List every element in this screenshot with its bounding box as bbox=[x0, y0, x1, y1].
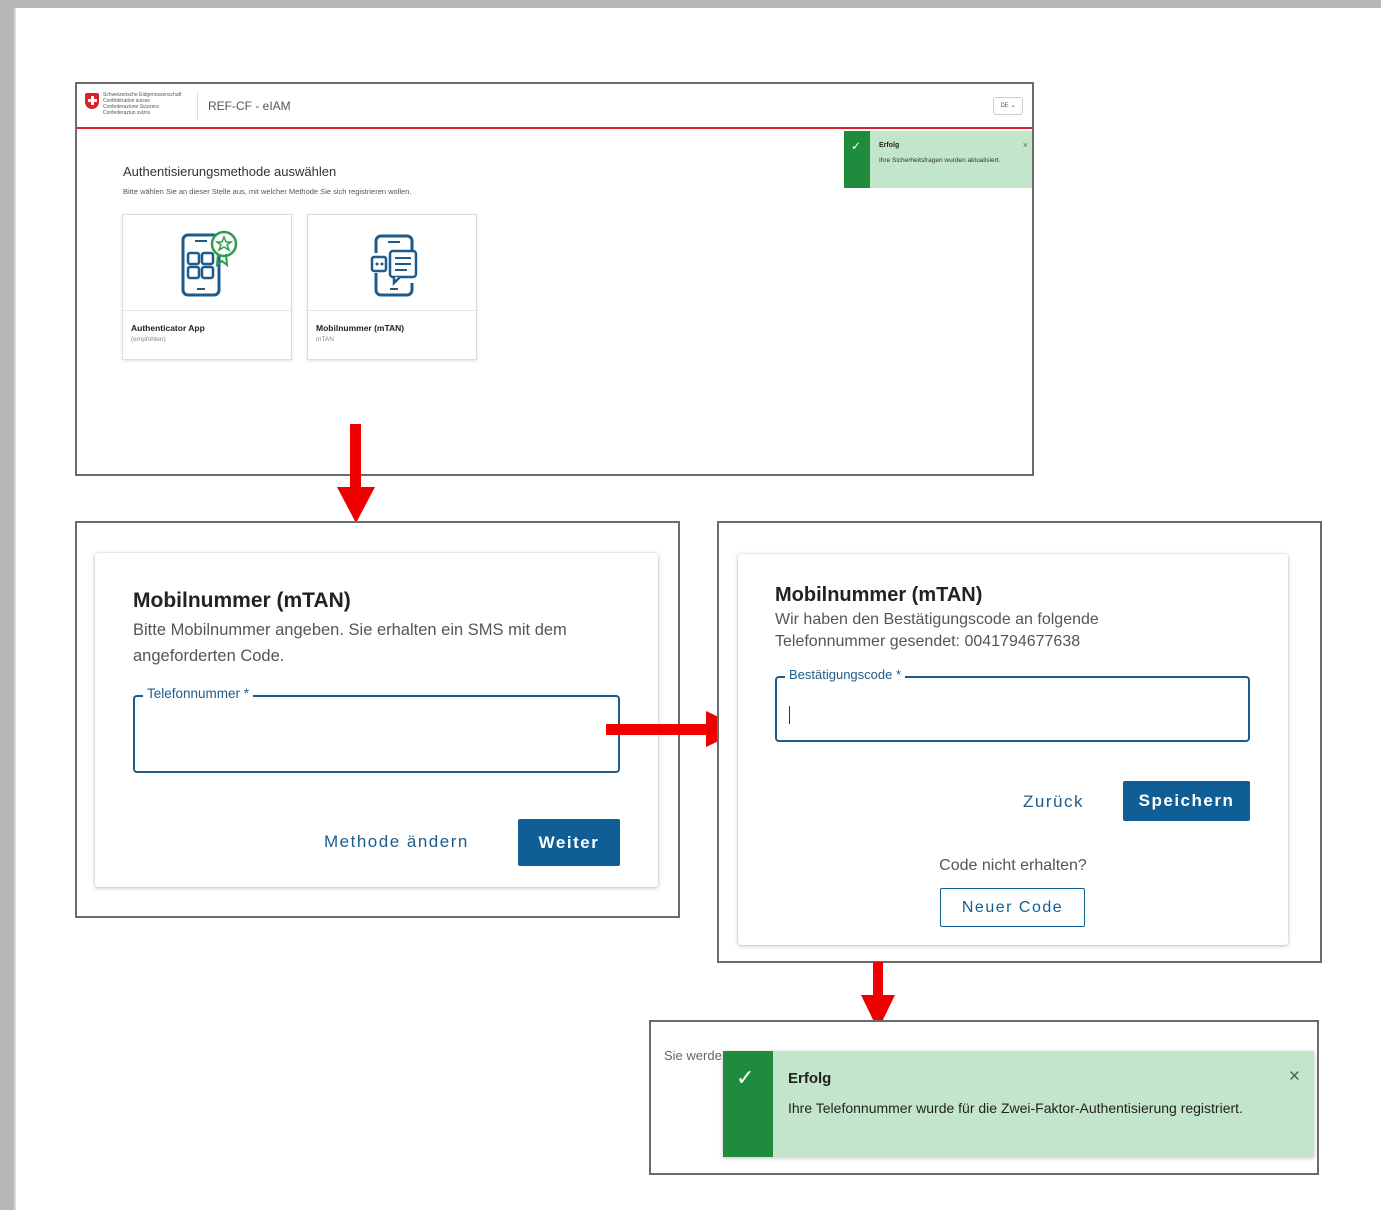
confederation-logo-text: Schweizerische Eidgenossenschaft Confédé… bbox=[103, 92, 181, 116]
method-card-image bbox=[123, 215, 291, 311]
mobile-sms-icon bbox=[370, 234, 418, 297]
new-code-button[interactable]: Neuer Code bbox=[940, 888, 1085, 927]
method-title: Mobilnummer (mTAN) bbox=[316, 323, 405, 333]
app-title: REF-CF - eIAM bbox=[208, 99, 291, 113]
toast-status-bar: ✓ bbox=[844, 131, 870, 188]
app-header: Schweizerische Eidgenossenschaft Confédé… bbox=[77, 84, 1032, 129]
toast-status-bar: ✓ bbox=[723, 1051, 773, 1157]
language-value: DE bbox=[1000, 103, 1009, 109]
confirmation-code-input[interactable] bbox=[787, 690, 1238, 720]
header-divider bbox=[197, 92, 198, 120]
phone-number-field[interactable]: Telefonnummer * bbox=[133, 686, 620, 773]
check-icon: ✓ bbox=[736, 1065, 755, 1090]
dialog-description: Wir haben den Bestätigungscode an folgen… bbox=[775, 611, 1099, 650]
next-button[interactable]: Weiter bbox=[518, 819, 620, 866]
method-card-authenticator[interactable]: Authenticator App (empfohlen) bbox=[122, 214, 292, 360]
phone-number-label: Telefonnummer * bbox=[143, 686, 254, 701]
flow-arrow-down-1-head bbox=[337, 487, 375, 523]
method-subtitle: mTAN bbox=[316, 336, 334, 343]
screenshot-enter-code: Mobilnummer (mTAN) Wir haben den Bestäti… bbox=[717, 521, 1322, 963]
language-select[interactable]: DE ⌄ bbox=[993, 97, 1023, 115]
back-button[interactable]: Zurück bbox=[1023, 792, 1084, 812]
dialog-title: Mobilnummer (mTAN) bbox=[133, 589, 351, 612]
screenshot-registration-success: Sie werde ✓ Erfolg Ihre Telefonnummer wu… bbox=[649, 1020, 1319, 1175]
dialog-title: Mobilnummer (mTAN) bbox=[775, 584, 983, 606]
window-frame-top bbox=[0, 0, 1381, 8]
method-subtitle: (empfohlen) bbox=[131, 336, 166, 343]
toast-title: Erfolg bbox=[788, 1070, 832, 1087]
method-card-mtan[interactable]: Mobilnummer (mTAN) mTAN bbox=[307, 214, 477, 360]
flow-arrow-down-1 bbox=[350, 424, 361, 488]
success-toast: ✓ Erfolg Ihre Telefonnummer wurde für di… bbox=[723, 1051, 1314, 1157]
flow-arrow-right bbox=[606, 724, 710, 735]
method-card-image bbox=[308, 215, 476, 311]
window-frame-edge bbox=[14, 8, 16, 1210]
success-toast: ✓ Erfolg Ihre Sicherheitsfragen wurden a… bbox=[844, 131, 1032, 188]
toast-message: Ihre Telefonnummer wurde für die Zwei-Fa… bbox=[788, 1100, 1243, 1116]
confirmation-code-label: Bestätigungscode * bbox=[785, 667, 906, 682]
page-title: Authentisierungsmethode auswählen bbox=[123, 164, 337, 179]
code-not-received-text: Code nicht erhalten? bbox=[939, 857, 1087, 874]
screenshot-enter-phone: Mobilnummer (mTAN) Bitte Mobilnummer ang… bbox=[75, 521, 680, 918]
toast-message: Ihre Sicherheitsfragen wurden aktualisie… bbox=[879, 157, 1001, 164]
confirmation-code-field[interactable]: Bestätigungscode * bbox=[775, 667, 1250, 742]
flow-arrow-down-2 bbox=[873, 962, 883, 998]
authenticator-app-icon bbox=[181, 230, 238, 297]
close-icon[interactable]: × bbox=[1289, 1066, 1300, 1088]
screenshot-method-selection: Schweizerische Eidgenossenschaft Confédé… bbox=[75, 82, 1034, 476]
toast-title: Erfolg bbox=[879, 142, 900, 149]
background-text: Sie werde bbox=[664, 1048, 722, 1063]
chevron-down-icon: ⌄ bbox=[1010, 103, 1016, 109]
window-frame-left bbox=[0, 0, 14, 1210]
close-icon[interactable]: × bbox=[1023, 140, 1028, 150]
confederation-line-rm: Confederaziun svizra bbox=[103, 110, 150, 116]
check-icon: ✓ bbox=[851, 139, 862, 153]
mtan-phone-dialog: Mobilnummer (mTAN) Bitte Mobilnummer ang… bbox=[95, 553, 658, 887]
page-subtitle: Bitte wählen Sie an dieser Stelle aus, m… bbox=[123, 187, 412, 196]
method-title: Authenticator App bbox=[131, 323, 205, 333]
dialog-description: Bitte Mobilnummer angeben. Sie erhalten … bbox=[133, 621, 567, 665]
phone-number-input[interactable] bbox=[145, 711, 608, 741]
swiss-flag-icon bbox=[85, 93, 99, 109]
mtan-code-dialog: Mobilnummer (mTAN) Wir haben den Bestäti… bbox=[738, 554, 1288, 945]
change-method-button[interactable]: Methode ändern bbox=[324, 832, 469, 852]
save-button[interactable]: Speichern bbox=[1123, 781, 1250, 821]
